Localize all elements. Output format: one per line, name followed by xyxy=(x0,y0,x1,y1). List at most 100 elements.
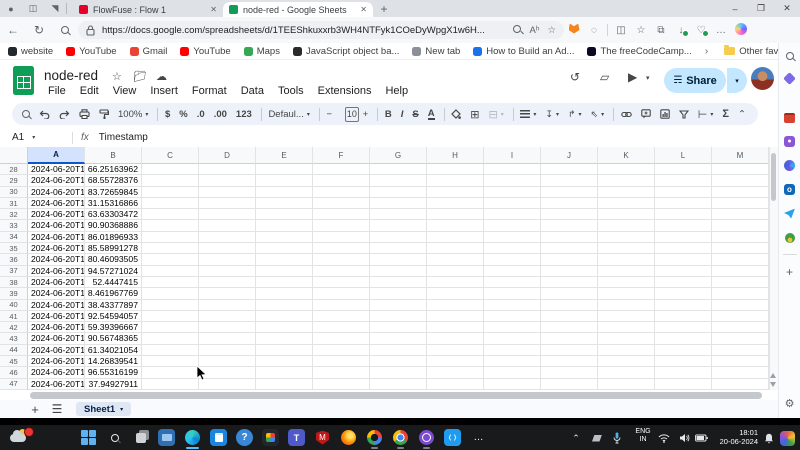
cell-J29[interactable] xyxy=(541,175,598,186)
collapse-toolbar-icon[interactable]: ⌃ xyxy=(738,109,746,120)
cell-J30[interactable] xyxy=(541,187,598,198)
undo-icon[interactable] xyxy=(39,110,50,119)
cell-B30[interactable]: 83.72659845 xyxy=(85,187,142,198)
sidebar-settings-icon[interactable]: ⚙ xyxy=(783,397,796,410)
cell-C46[interactable] xyxy=(142,367,199,378)
cell-H29[interactable] xyxy=(427,175,484,186)
cell-G30[interactable] xyxy=(370,187,427,198)
tray-microphone-icon[interactable] xyxy=(609,429,625,446)
cell-A39[interactable]: 2024-06-20T12:2 xyxy=(28,288,85,299)
cell-A28[interactable]: 2024-06-20T12:2 xyxy=(28,164,85,175)
star-document-icon[interactable]: ☆ xyxy=(112,70,122,83)
tray-display-icon[interactable] xyxy=(589,430,605,446)
cell-A43[interactable]: 2024-06-20T12:2 xyxy=(28,333,85,344)
sidebar-plant-icon[interactable] xyxy=(783,231,796,244)
redo-icon[interactable] xyxy=(59,110,70,119)
cell-A46[interactable]: 2024-06-20T12:2 xyxy=(28,367,85,378)
cell-C32[interactable] xyxy=(142,209,199,220)
cell-G44[interactable] xyxy=(370,345,427,356)
cell-A31[interactable]: 2024-06-20T12:2 xyxy=(28,198,85,209)
favorites-bar-icon[interactable]: ☆︎ xyxy=(631,25,651,36)
cell-F38[interactable] xyxy=(313,277,370,288)
cell-I47[interactable] xyxy=(484,379,541,390)
cell-F28[interactable] xyxy=(313,164,370,175)
cell-F34[interactable] xyxy=(313,232,370,243)
battery-icon[interactable] xyxy=(692,430,710,446)
cell-L39[interactable] xyxy=(655,288,712,299)
cell-B28[interactable]: 66.25163962 xyxy=(85,164,142,175)
copilot-icon[interactable] xyxy=(731,23,751,38)
tray-chevron-up-icon[interactable]: ⌃ xyxy=(568,430,584,446)
cell-B47[interactable]: 37.94927911 xyxy=(85,379,142,390)
cell-F44[interactable] xyxy=(313,345,370,356)
create-filter-icon[interactable] xyxy=(679,110,689,119)
row-header-35[interactable]: 35 xyxy=(0,243,28,254)
cell-D28[interactable] xyxy=(199,164,256,175)
cell-L29[interactable] xyxy=(655,175,712,186)
cell-L47[interactable] xyxy=(655,379,712,390)
cell-J42[interactable] xyxy=(541,322,598,333)
cell-D44[interactable] xyxy=(199,345,256,356)
merge-cells-icon[interactable]: ⊟▾ xyxy=(488,108,503,121)
cell-J40[interactable] xyxy=(541,300,598,311)
get-help-icon[interactable]: ? xyxy=(236,429,253,446)
document-title[interactable]: node-red xyxy=(44,68,98,83)
cell-I29[interactable] xyxy=(484,175,541,186)
row-header-33[interactable]: 33 xyxy=(0,220,28,231)
cell-F33[interactable] xyxy=(313,220,370,231)
video-call-icon[interactable]: ▶︎ xyxy=(628,70,637,84)
row-header-46[interactable]: 46 xyxy=(0,367,28,378)
bookmark-item-7[interactable]: How to Build an Ad... xyxy=(473,46,574,57)
profile-icon[interactable]: ● xyxy=(0,4,22,14)
decrease-decimal-icon[interactable]: .0 xyxy=(197,109,205,120)
volume-icon[interactable] xyxy=(676,430,692,446)
cell-H43[interactable] xyxy=(427,333,484,344)
text-rotation-icon[interactable]: ⇖▾ xyxy=(591,109,605,120)
format-percent-icon[interactable]: % xyxy=(179,109,187,120)
notifications-bell-icon[interactable] xyxy=(762,430,776,446)
cell-K38[interactable] xyxy=(598,277,655,288)
cell-B38[interactable]: 52.4447415 xyxy=(85,277,142,288)
cell-C29[interactable] xyxy=(142,175,199,186)
column-header-A[interactable]: A xyxy=(28,147,85,164)
cell-F40[interactable] xyxy=(313,300,370,311)
address-bar[interactable]: ​https://docs.google.com/spreadsheets/d/… xyxy=(78,21,564,39)
cell-K32[interactable] xyxy=(598,209,655,220)
cell-E45[interactable] xyxy=(256,356,313,367)
cell-E35[interactable] xyxy=(256,243,313,254)
cell-B45[interactable]: 14.26839541 xyxy=(85,356,142,367)
cell-A34[interactable]: 2024-06-20T12:2 xyxy=(28,232,85,243)
cell-D30[interactable] xyxy=(199,187,256,198)
cell-I41[interactable] xyxy=(484,311,541,322)
cell-L44[interactable] xyxy=(655,345,712,356)
cell-E39[interactable] xyxy=(256,288,313,299)
firefox-icon[interactable] xyxy=(340,429,357,446)
sidebar-outlook-icon[interactable]: o xyxy=(783,183,796,196)
cell-C35[interactable] xyxy=(142,243,199,254)
text-wrap-icon[interactable]: ↱▾ xyxy=(568,109,582,120)
menu-format[interactable]: Format xyxy=(185,85,234,99)
table-views-icon[interactable]: ⊢︎▾ xyxy=(698,108,714,121)
cell-I31[interactable] xyxy=(484,198,541,209)
cell-M39[interactable] xyxy=(712,288,769,299)
cell-D46[interactable] xyxy=(199,367,256,378)
row-header-29[interactable]: 29 xyxy=(0,175,28,186)
cell-G31[interactable] xyxy=(370,198,427,209)
cell-H33[interactable] xyxy=(427,220,484,231)
cell-K35[interactable] xyxy=(598,243,655,254)
cell-L45[interactable] xyxy=(655,356,712,367)
cell-J33[interactable] xyxy=(541,220,598,231)
cell-C37[interactable] xyxy=(142,266,199,277)
cell-K34[interactable] xyxy=(598,232,655,243)
cell-G29[interactable] xyxy=(370,175,427,186)
cell-C42[interactable] xyxy=(142,322,199,333)
comment-history-icon[interactable]: ▱ xyxy=(600,70,609,84)
cell-I38[interactable] xyxy=(484,277,541,288)
cell-M38[interactable] xyxy=(712,277,769,288)
menu-extensions[interactable]: Extensions xyxy=(311,85,379,99)
cell-F41[interactable] xyxy=(313,311,370,322)
cell-A35[interactable]: 2024-06-20T12:2 xyxy=(28,243,85,254)
bookmark-item-4[interactable]: Maps xyxy=(244,46,280,57)
cell-E44[interactable] xyxy=(256,345,313,356)
tab-google-sheets[interactable]: node-red - Google Sheets ✕ xyxy=(223,2,373,17)
